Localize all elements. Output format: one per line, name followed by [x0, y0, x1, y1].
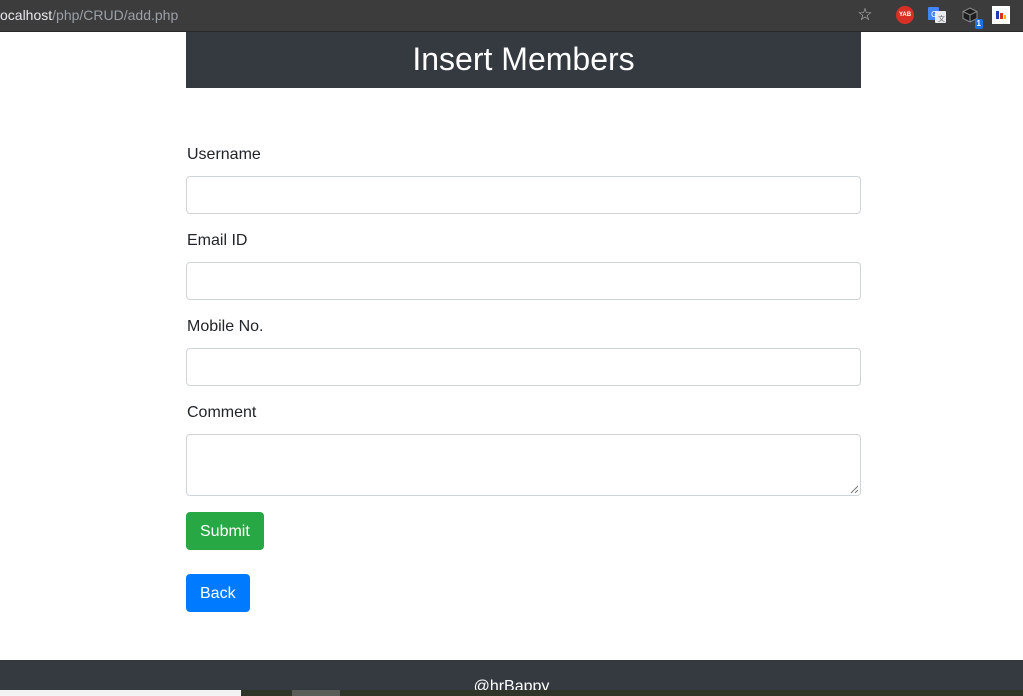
submit-button[interactable]: Submit [186, 512, 264, 550]
comment-textarea[interactable] [186, 434, 861, 496]
resize-handle-icon[interactable] [850, 485, 859, 494]
yab-extension-icon[interactable]: YAB [896, 6, 914, 24]
username-label: Username [187, 146, 261, 163]
browser-toolbar: ocalhost/php/CRUD/add.php ☆ YAB G 文 1 [0, 0, 1023, 32]
mobile-label: Mobile No. [187, 318, 264, 335]
bookmark-star-icon[interactable]: ☆ [856, 6, 874, 24]
mobile-input[interactable] [186, 348, 861, 386]
taskbar-search-area[interactable] [0, 690, 241, 696]
cube-extension-badge: 1 [974, 19, 983, 29]
url-host: ocalhost [0, 7, 53, 23]
url-path: /php/CRUD/add.php [52, 7, 179, 23]
page-title: Insert Members [412, 41, 635, 77]
flag-extension-icon[interactable] [992, 6, 1010, 24]
cube-extension-icon[interactable]: 1 [961, 6, 983, 29]
comment-label: Comment [187, 404, 257, 421]
address-bar[interactable]: ocalhost/php/CRUD/add.php [0, 7, 178, 23]
yab-extension-label: YAB [898, 12, 912, 18]
taskbar-app-button[interactable] [292, 690, 340, 696]
email-input[interactable] [186, 262, 861, 300]
page-header: Insert Members [186, 32, 861, 88]
username-input[interactable] [186, 176, 861, 214]
email-label: Email ID [187, 232, 248, 249]
google-translate-icon[interactable]: G 文 [928, 6, 946, 24]
svg-text:G: G [931, 10, 937, 19]
back-button[interactable]: Back [186, 574, 250, 612]
svg-text:文: 文 [938, 14, 945, 23]
